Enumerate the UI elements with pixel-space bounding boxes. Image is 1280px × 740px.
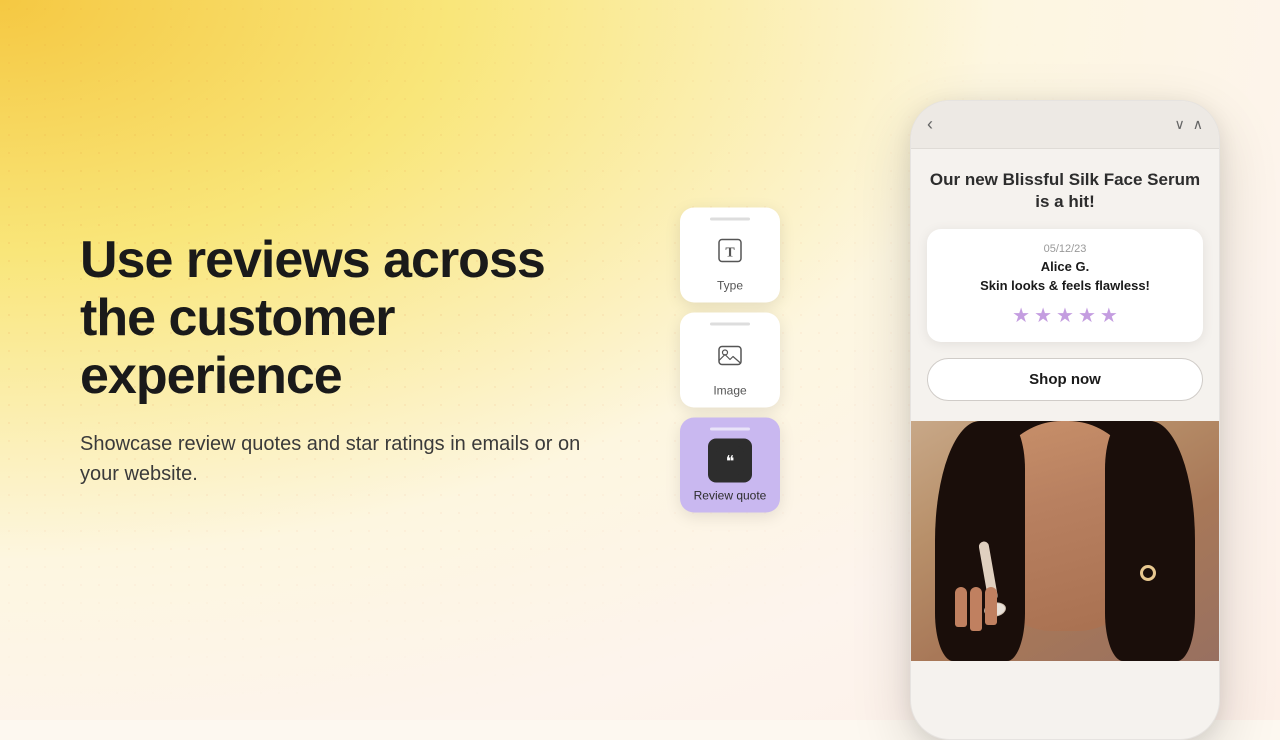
phone-content: Our new Blissful Silk Face Serum is a hi…	[911, 149, 1219, 421]
image-label: Image	[713, 384, 746, 398]
svg-text:❝: ❝	[726, 454, 735, 471]
product-title: Our new Blissful Silk Face Serum is a hi…	[927, 169, 1203, 213]
review-quote-label: Review quote	[694, 489, 767, 503]
tool-card-image[interactable]: Image	[680, 313, 780, 408]
sub-heading: Showcase review quotes and star ratings …	[80, 429, 620, 489]
tool-card-review-quote[interactable]: ❝ Review quote	[680, 418, 780, 513]
phone-nav-back[interactable]: ‹	[927, 114, 933, 135]
star-1: ★	[1012, 303, 1030, 328]
type-label: Type	[717, 279, 743, 293]
phone-mockup: ‹ ∨ ∧ Our new Blissful Silk Face Serum i…	[910, 100, 1220, 740]
phone-nav-down[interactable]: ∨	[1175, 116, 1185, 133]
star-3: ★	[1056, 303, 1074, 328]
star-4: ★	[1078, 303, 1096, 328]
tool-card-line	[710, 323, 750, 326]
star-5: ★	[1100, 303, 1118, 328]
review-date: 05/12/23	[943, 243, 1187, 255]
phone-nav-up[interactable]: ∧	[1193, 116, 1203, 133]
svg-text:T: T	[725, 246, 735, 261]
review-author: Alice G.	[943, 259, 1187, 274]
tool-cards-panel: T Type Image	[680, 208, 780, 513]
image-icon	[708, 334, 752, 378]
review-quote-icon: ❝	[708, 439, 752, 483]
left-section: Use reviews across the customer experien…	[80, 231, 620, 490]
main-heading: Use reviews across the customer experien…	[80, 231, 620, 406]
tool-card-line	[710, 428, 750, 431]
tool-card-type[interactable]: T Type	[680, 208, 780, 303]
tool-card-line	[710, 218, 750, 221]
main-content: Use reviews across the customer experien…	[0, 0, 1280, 720]
right-mockup: T Type Image	[680, 80, 1200, 640]
review-text: Skin looks & feels flawless!	[943, 278, 1187, 293]
shop-now-button[interactable]: Shop now	[927, 358, 1203, 401]
review-card: 05/12/23 Alice G. Skin looks & feels fla…	[927, 229, 1203, 342]
star-rating: ★ ★ ★ ★ ★	[943, 303, 1187, 328]
star-2: ★	[1034, 303, 1052, 328]
phone-topbar: ‹ ∨ ∧	[911, 101, 1219, 149]
phone-nav-arrows: ∨ ∧	[1175, 116, 1204, 133]
phone-image-area	[911, 421, 1219, 661]
type-icon: T	[708, 229, 752, 273]
